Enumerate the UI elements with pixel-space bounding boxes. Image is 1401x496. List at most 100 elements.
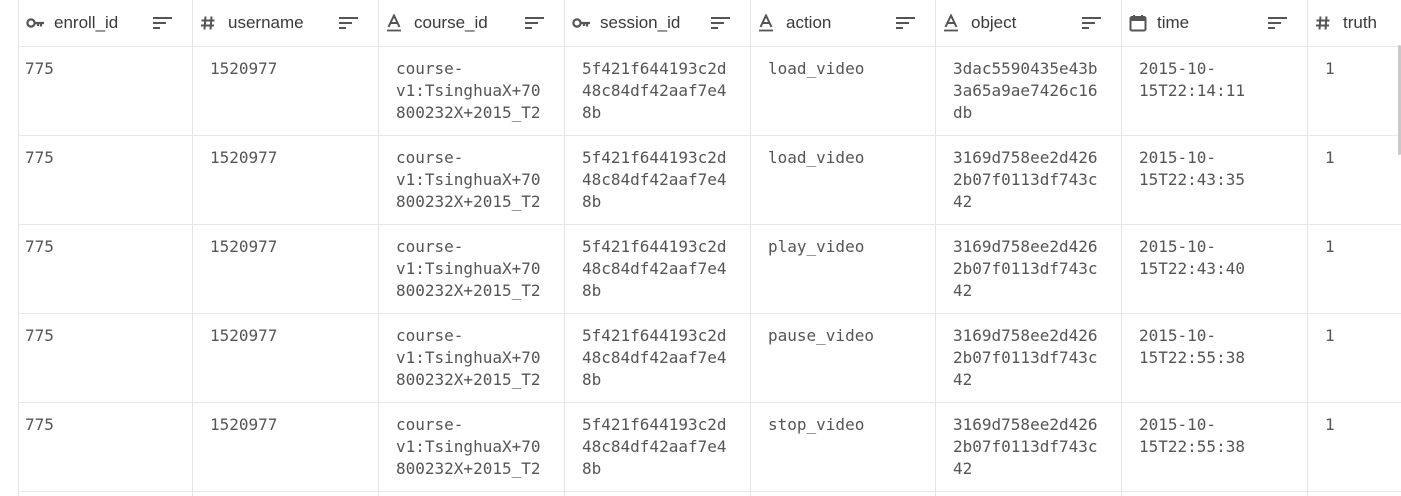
cell-object[interactable]: 3169d758ee2d426 2b07f0113df743c 42 <box>935 402 1122 492</box>
table-row[interactable]: 775 1520977 course-v1:TsinghuaX+70 800232X+… <box>18 224 1401 314</box>
cell-text: stop_video <box>768 414 865 434</box>
cell-object[interactable]: 3169d758ee2d426 2b07f0113df743c 42 <box>935 135 1122 225</box>
cell-text: 1520977 <box>210 414 278 434</box>
cell-object[interactable]: 3169d758ee2d426 2b07f0113df743c 42 <box>935 313 1122 403</box>
column-header-content: object <box>936 0 1121 45</box>
cell-empty <box>1121 491 1308 496</box>
column-header-content: username <box>193 0 378 45</box>
cell-truth[interactable]: 1 <box>1307 224 1401 314</box>
cell-text: 48c84df42aaf7e4 <box>582 169 727 189</box>
cell-text: 800232X+2015_T2 <box>396 102 541 122</box>
table-row[interactable]: 775 1520977 course-v1:TsinghuaX+70 800232X+… <box>18 313 1401 403</box>
cell-action[interactable]: play_video <box>750 224 936 314</box>
cell-username[interactable]: 1520977 <box>192 402 379 492</box>
column-header-username[interactable]: username <box>192 0 379 47</box>
cell-text: 5f421f644193c2d <box>582 58 727 78</box>
cell-text: 5f421f644193c2d <box>582 325 727 345</box>
cell-course-id[interactable]: course-v1:TsinghuaX+70 800232X+2015_T2 <box>378 135 565 225</box>
cell-truth[interactable]: 1 <box>1307 402 1401 492</box>
cell-session-id[interactable]: 5f421f644193c2d 48c84df42aaf7e4 8b <box>564 313 751 403</box>
column-header-session-id[interactable]: session_id <box>564 0 751 47</box>
cell-course-id[interactable]: course-v1:TsinghuaX+70 800232X+2015_T2 <box>378 46 565 136</box>
cell-text: db <box>953 102 973 122</box>
column-header-enroll-id[interactable]: enroll_id <box>18 0 193 47</box>
cell-text: 2b07f0113df743c <box>953 436 1098 456</box>
sort-icon[interactable] <box>152 15 174 31</box>
cell-empty <box>18 491 193 496</box>
table-body: 775 1520977 course-v1:TsinghuaX+70 800232X+… <box>18 46 1401 496</box>
cell-text: 2b07f0113df743c <box>953 258 1098 278</box>
text-icon <box>386 13 408 33</box>
table-row[interactable]: 775 1520977 course-v1:TsinghuaX+70 800232X+… <box>18 402 1401 492</box>
column-header-truth[interactable]: truth <box>1307 0 1401 47</box>
text-icon <box>758 13 780 33</box>
cell-text: 8b <box>582 280 602 300</box>
cell-text: course- <box>396 414 464 434</box>
sort-icon[interactable] <box>710 15 732 31</box>
table-row[interactable]: 775 1520977 course-v1:TsinghuaX+70 800232X+… <box>18 135 1401 225</box>
cell-time[interactable]: 2015-10- 15T22:55:38 <box>1121 313 1308 403</box>
hash-icon <box>1315 13 1337 33</box>
cell-enroll-id[interactable]: 775 <box>18 224 193 314</box>
cell-text: 1 <box>1325 414 1335 434</box>
cell-object[interactable]: 3dac5590435e43b 3a65a9ae7426c16 db <box>935 46 1122 136</box>
cell-time[interactable]: 2015-10- 15T22:43:40 <box>1121 224 1308 314</box>
sort-icon[interactable] <box>1081 15 1103 31</box>
cell-session-id[interactable]: 5f421f644193c2d 48c84df42aaf7e4 8b <box>564 224 751 314</box>
sort-icon[interactable] <box>524 15 546 31</box>
cell-action[interactable]: load_video <box>750 135 936 225</box>
cell-time[interactable]: 2015-10- 15T22:55:38 <box>1121 402 1308 492</box>
cell-text: 775 <box>25 147 54 167</box>
cell-text: 1520977 <box>210 58 278 78</box>
sort-icon[interactable] <box>1267 15 1289 31</box>
cell-action[interactable]: stop_video <box>750 402 936 492</box>
cell-course-id[interactable]: course-v1:TsinghuaX+70 800232X+2015_T2 <box>378 313 565 403</box>
cell-enroll-id[interactable]: 775 <box>18 313 193 403</box>
cell-empty <box>564 491 751 496</box>
cell-enroll-id[interactable]: 775 <box>18 402 193 492</box>
cell-course-id[interactable]: course-v1:TsinghuaX+70 800232X+2015_T2 <box>378 402 565 492</box>
cell-text: 42 <box>953 369 973 389</box>
cell-username[interactable]: 1520977 <box>192 135 379 225</box>
cell-session-id[interactable]: 5f421f644193c2d 48c84df42aaf7e4 8b <box>564 402 751 492</box>
cell-truth[interactable]: 1 <box>1307 135 1401 225</box>
column-header-object[interactable]: object <box>935 0 1122 47</box>
cell-empty <box>935 491 1122 496</box>
cell-text: 2015-10- <box>1139 147 1217 167</box>
cell-text: course- <box>396 325 464 345</box>
cell-text: 15T22:14:11 <box>1139 80 1245 100</box>
sort-icon[interactable] <box>338 15 360 31</box>
cell-enroll-id[interactable]: 775 <box>18 46 193 136</box>
cell-text: 2015-10- <box>1139 58 1217 78</box>
cell-text: 48c84df42aaf7e4 <box>582 347 727 367</box>
cell-object[interactable]: 3169d758ee2d426 2b07f0113df743c 42 <box>935 224 1122 314</box>
cell-action[interactable]: load_video <box>750 46 936 136</box>
cell-time[interactable]: 2015-10- 15T22:14:11 <box>1121 46 1308 136</box>
cell-truth[interactable]: 1 <box>1307 313 1401 403</box>
column-header-time[interactable]: time <box>1121 0 1308 47</box>
cell-course-id[interactable]: course-v1:TsinghuaX+70 800232X+2015_T2 <box>378 224 565 314</box>
cell-text: 5f421f644193c2d <box>582 414 727 434</box>
sort-icon[interactable] <box>895 15 917 31</box>
cell-text: course- <box>396 236 464 256</box>
column-header-action[interactable]: action <box>750 0 936 47</box>
cell-session-id[interactable]: 5f421f644193c2d 48c84df42aaf7e4 8b <box>564 135 751 225</box>
cell-text: 775 <box>25 58 54 78</box>
cell-username[interactable]: 1520977 <box>192 313 379 403</box>
cell-truth[interactable]: 1 <box>1307 46 1401 136</box>
cell-text: 5f421f644193c2d <box>582 236 727 256</box>
cell-enroll-id[interactable]: 775 <box>18 135 193 225</box>
table-row[interactable]: 775 1520977 course-v1:TsinghuaX+70 800232X+… <box>18 46 1401 136</box>
cell-time[interactable]: 2015-10- 15T22:43:35 <box>1121 135 1308 225</box>
cell-session-id[interactable]: 5f421f644193c2d 48c84df42aaf7e4 8b <box>564 46 751 136</box>
cell-text: 8b <box>582 458 602 478</box>
column-name: session_id <box>600 12 681 32</box>
cell-action[interactable]: pause_video <box>750 313 936 403</box>
cell-username[interactable]: 1520977 <box>192 46 379 136</box>
column-header-course-id[interactable]: course_id <box>378 0 565 47</box>
cell-text: v1:TsinghuaX+70 <box>396 436 541 456</box>
column-name: username <box>228 12 304 32</box>
cell-username[interactable]: 1520977 <box>192 224 379 314</box>
cell-text: 48c84df42aaf7e4 <box>582 258 727 278</box>
key-icon <box>572 13 594 33</box>
